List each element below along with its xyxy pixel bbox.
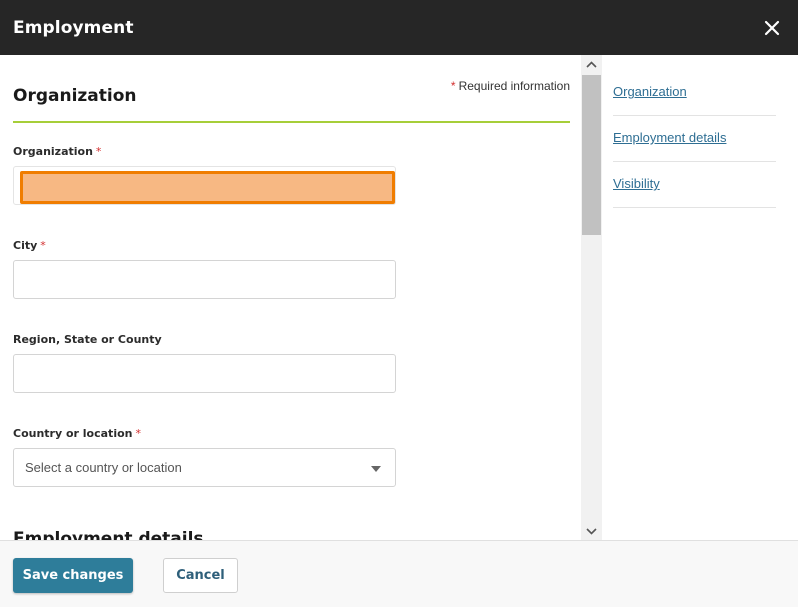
- city-input[interactable]: [13, 260, 396, 299]
- nav-link-organization[interactable]: Organization: [613, 70, 776, 116]
- country-label: Country or location *: [13, 427, 141, 440]
- section-divider: [13, 121, 570, 123]
- chevron-down-icon[interactable]: [581, 522, 602, 540]
- employment-details-title: Employment details: [13, 529, 204, 540]
- section-nav: Organization Employment details Visibili…: [613, 70, 776, 208]
- organization-input[interactable]: [20, 171, 395, 204]
- region-input[interactable]: [13, 354, 396, 393]
- nav-link-employment-details[interactable]: Employment details: [613, 116, 776, 162]
- scrollbar-thumb[interactable]: [582, 75, 601, 235]
- section-header: Organization * Required information: [13, 55, 570, 123]
- nav-link-visibility[interactable]: Visibility: [613, 162, 776, 208]
- form-panel: Organization * Required information Organ…: [0, 55, 581, 540]
- region-label: Region, State or County: [13, 333, 162, 346]
- required-note: * Required information: [451, 79, 570, 93]
- dialog-footer: Save changes Cancel: [0, 540, 798, 607]
- required-star: *: [450, 79, 456, 93]
- country-select-placeholder: Select a country or location: [25, 460, 182, 475]
- organization-label: Organization *: [13, 145, 101, 158]
- required-note-text: Required information: [458, 79, 570, 93]
- save-changes-button[interactable]: Save changes: [13, 558, 133, 593]
- country-required-star: *: [135, 427, 141, 440]
- close-icon[interactable]: [760, 16, 784, 40]
- dialog-header: Employment: [0, 0, 798, 55]
- region-label-text: Region, State or County: [13, 333, 162, 346]
- chevron-up-icon[interactable]: [581, 55, 602, 73]
- section-title: Organization: [13, 86, 137, 106]
- city-required-star: *: [40, 239, 46, 252]
- organization-required-star: *: [95, 145, 102, 158]
- city-label-text: City: [13, 239, 38, 252]
- dialog-title: Employment: [13, 17, 134, 38]
- caret-down-icon: [371, 460, 381, 475]
- form-scrollbar[interactable]: [581, 55, 602, 540]
- country-select[interactable]: Select a country or location: [13, 448, 396, 487]
- country-label-text: Country or location: [13, 427, 133, 440]
- cancel-button[interactable]: Cancel: [163, 558, 238, 593]
- city-label: City *: [13, 239, 46, 252]
- organization-label-text: Organization: [13, 145, 93, 158]
